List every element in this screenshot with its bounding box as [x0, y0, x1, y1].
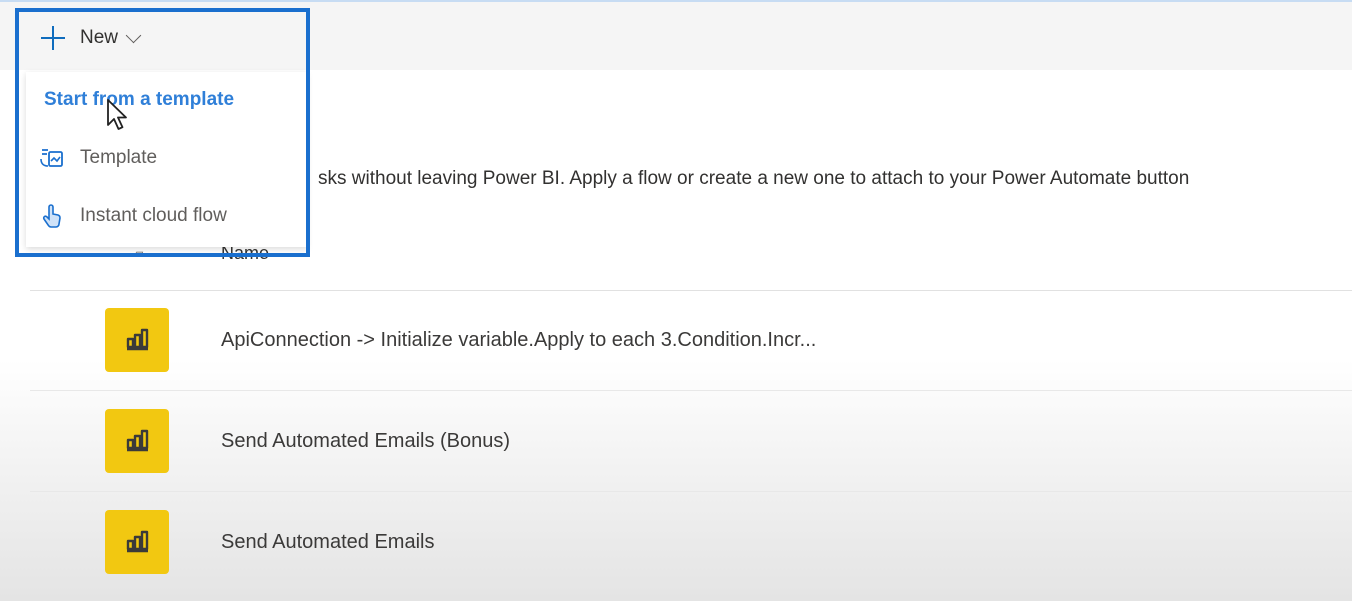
- template-icon: [38, 144, 66, 172]
- power-bi-icon: [105, 409, 169, 473]
- menu-item-template[interactable]: Template: [38, 142, 157, 174]
- plus-icon: [40, 25, 66, 51]
- row-divider: [30, 390, 1352, 391]
- menu-section-heading: Start from a template: [44, 89, 235, 110]
- new-dropdown-menu: Start from a template Template Instant c…: [26, 72, 307, 247]
- table-row[interactable]: Send Automated Emails: [30, 510, 1352, 610]
- row-divider: [30, 491, 1352, 492]
- menu-item-instant-cloud-flow[interactable]: Instant cloud flow: [38, 200, 227, 232]
- page-description: sks without leaving Power BI. Apply a fl…: [318, 168, 1190, 189]
- header-divider: [30, 290, 1352, 291]
- file-type-column-icon: ▱: [134, 246, 144, 260]
- flow-name[interactable]: Send Automated Emails (Bonus): [221, 430, 510, 453]
- flow-name[interactable]: ApiConnection -> Initialize variable.App…: [221, 329, 816, 352]
- chevron-down-icon: [125, 27, 142, 43]
- power-bi-icon: [105, 308, 169, 372]
- mouse-pointer-icon: [107, 99, 127, 130]
- touch-hand-icon: [38, 202, 66, 230]
- new-button[interactable]: New: [40, 24, 142, 52]
- table-row[interactable]: ApiConnection -> Initialize variable.App…: [30, 308, 1352, 408]
- new-button-label: New: [80, 27, 119, 48]
- menu-item-label: Template: [80, 147, 158, 168]
- menu-item-label: Instant cloud flow: [80, 205, 227, 226]
- power-bi-icon: [105, 510, 169, 574]
- command-bar: New: [0, 2, 1352, 70]
- table-row[interactable]: Send Automated Emails (Bonus): [30, 409, 1352, 509]
- flow-name[interactable]: Send Automated Emails: [221, 531, 434, 554]
